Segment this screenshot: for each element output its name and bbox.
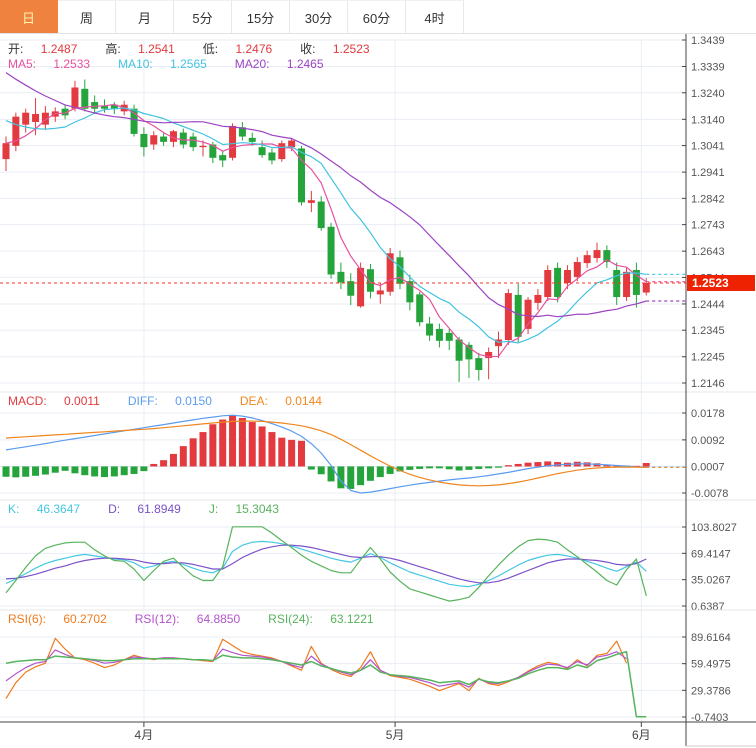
k-value: K: 46.3647 [8, 502, 81, 516]
j-value: J: 15.3043 [208, 502, 279, 516]
low-value: 1.2476 [235, 42, 273, 56]
low-pair: 低: 1.2476 [202, 42, 273, 56]
period-tabbar: 日周月 5分 15分 30分 60分 4时 [0, 0, 756, 34]
ma-header: MA5: 1.2533 MA10: 1.2565 MA20: 1.2465 [8, 57, 352, 71]
month-axis-label: 4月 [135, 728, 154, 742]
price-axis-label: 1.2842 [691, 193, 725, 205]
tab-period-2[interactable]: 月 [116, 0, 174, 33]
close-value: 1.2523 [332, 42, 370, 56]
tab-period-7[interactable]: 4时 [406, 0, 464, 33]
ma5-value: MA5: 1.2533 [8, 57, 91, 71]
kdj-axis-label: 69.4147 [691, 548, 731, 560]
tab-period-3[interactable]: 5分 [174, 0, 232, 33]
high-value: 1.2541 [138, 42, 175, 56]
macd-axis-label: 0.0092 [691, 435, 725, 447]
macd-axis-label: -0.0078 [691, 488, 728, 500]
macd-header: MACD: 0.0011 DIFF: 0.0150 DEA: 0.0144 [8, 394, 350, 408]
price-axis-label: 1.2345 [691, 325, 725, 337]
macd-value: MACD: 0.0011 [8, 394, 100, 408]
month-axis-label: 5月 [386, 728, 405, 742]
tab-period-4[interactable]: 15分 [232, 0, 290, 33]
d-value: D: 61.8949 [108, 502, 181, 516]
kdj-axis-label: 103.8027 [691, 522, 737, 534]
price-axis-label: 1.2245 [691, 352, 725, 364]
chart-canvas[interactable]: 1.3439 1.3339 1.3240 1.3140 1.3041 1.2941 1.28… [0, 0, 756, 748]
kdj-axis-label: 0.6387 [691, 601, 725, 613]
price-axis-label: 1.3439 [691, 35, 725, 47]
close-pair: 收: 1.2523 [300, 42, 370, 56]
tab-period-0[interactable]: 日 [0, 0, 58, 33]
rsi6-value: RSI(6): 60.2702 [8, 612, 107, 626]
rsi-axis-label: 89.6164 [691, 632, 731, 644]
price-axis-label: 1.2444 [691, 299, 725, 311]
month-axis-label: 6月 [632, 728, 651, 742]
rsi-axis-label: 59.4975 [691, 659, 731, 671]
macd-axis-label: 0.0178 [691, 408, 725, 420]
high-pair: 高: 1.2541 [105, 42, 175, 56]
open-value: 1.2487 [40, 42, 78, 56]
price-axis-label: 1.3041 [691, 141, 725, 153]
kdj-header: K: 46.3647 D: 61.8949 J: 15.3043 [8, 502, 307, 516]
current-price-text: 1.2523 [692, 276, 729, 290]
price-axis-label: 1.3339 [691, 62, 725, 74]
macd-axis-label: 0.0007 [691, 461, 725, 473]
trading-chart-app: 日周月 5分 15分 30分 60分 4时 1.3439 1.3339 1.3240 1.314… [0, 0, 756, 748]
rsi-axis-label: 29.3786 [691, 685, 731, 697]
ma10-value: MA10: 1.2565 [118, 57, 207, 71]
price-axis-label: 1.2941 [691, 167, 725, 179]
price-axis-label: 1.2743 [691, 220, 725, 232]
tab-period-6[interactable]: 60分 [348, 0, 406, 33]
kdj-axis-label: 35.0267 [691, 575, 731, 587]
price-axis-label: 1.3140 [691, 114, 725, 126]
tab-period-5[interactable]: 30分 [290, 0, 348, 33]
rsi-header: RSI(6): 60.2702 RSI(12): 64.8850 RSI(24): … [8, 612, 402, 626]
price-axis-label: 1.2643 [691, 246, 725, 258]
ohlc-header: 开: 1.2487 高: 1.2541 低: 1.2476 收: 1.2523 [8, 40, 398, 57]
price-axis-label: 1.2146 [691, 378, 725, 390]
price-axis-label: 1.3240 [691, 88, 725, 100]
rsi24-value: RSI(24): 63.1221 [268, 612, 374, 626]
diff-value: DIFF: 0.0150 [127, 394, 212, 408]
ma20-value: MA20: 1.2465 [234, 57, 324, 71]
tab-period-1[interactable]: 周 [58, 0, 116, 33]
dea-value: DEA: 0.0144 [239, 394, 322, 408]
rsi12-value: RSI(12): 64.8850 [134, 612, 241, 626]
open-pair: 开: 1.2487 [8, 42, 78, 56]
